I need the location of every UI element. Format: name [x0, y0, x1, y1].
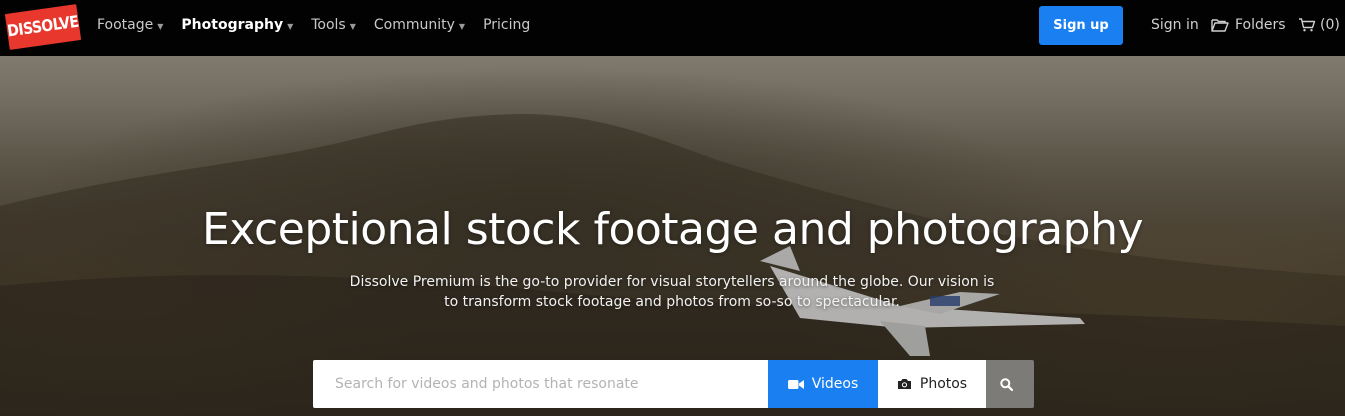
videos-label: Videos	[811, 376, 859, 392]
search-submit-button[interactable]	[986, 360, 1034, 408]
nav-item-label: Footage	[97, 17, 154, 33]
nav-item-photography[interactable]: Photography ▼	[181, 17, 293, 33]
camera-icon	[897, 379, 911, 389]
folders-label: Folders	[1235, 17, 1286, 33]
signin-label: Sign in	[1151, 17, 1199, 33]
nav-item-label: Community	[373, 17, 455, 33]
nav-item-label: Photography	[181, 17, 284, 33]
signin-link[interactable]: Sign in	[1151, 0, 1199, 50]
dissolve-logo[interactable]: DISSOLVE	[4, 4, 82, 50]
nav-item-pricing[interactable]: Pricing	[483, 17, 530, 33]
photos-toggle-button[interactable]: Photos	[878, 360, 986, 408]
nav-item-label: Tools	[311, 17, 346, 33]
caret-down-icon: ▼	[157, 21, 164, 31]
nav-item-community[interactable]: Community ▼	[374, 17, 465, 33]
nav-item-footage[interactable]: Footage ▼	[97, 17, 163, 33]
top-navbar: DISSOLVE Footage ▼ Photography ▼ Tools ▼…	[0, 0, 1345, 56]
hero-title: Exceptional stock footage and photograph…	[201, 204, 1144, 255]
search-icon	[999, 377, 1013, 391]
nav-item-tools[interactable]: Tools ▼	[311, 17, 356, 33]
caret-down-icon: ▼	[458, 21, 466, 31]
main-nav: Footage ▼ Photography ▼ Tools ▼ Communit…	[97, 0, 548, 50]
caret-down-icon: ▼	[349, 21, 356, 31]
video-camera-icon	[787, 379, 804, 389]
search-bar: Videos Photos	[313, 360, 1034, 408]
cart-count: (0)	[1320, 17, 1340, 33]
cart-link[interactable]: (0)	[1298, 0, 1340, 50]
hero-subtitle-line-2: to transform stock footage and photos fr…	[444, 294, 900, 310]
caret-down-icon: ▼	[287, 21, 294, 31]
hero-section: Exceptional stock footage and photograph…	[0, 56, 1345, 416]
photos-label: Photos	[919, 376, 968, 392]
signup-button[interactable]: Sign up	[1039, 6, 1123, 45]
nav-item-label: Pricing	[483, 17, 531, 33]
cart-icon	[1299, 18, 1316, 32]
hero-subtitle: Dissolve Premium is the go-to provider f…	[322, 272, 1022, 312]
logo-text: DISSOLVE	[6, 12, 80, 42]
videos-toggle-button[interactable]: Videos	[768, 360, 878, 408]
folders-link[interactable]: Folders	[1211, 0, 1286, 50]
folder-open-icon	[1211, 19, 1229, 32]
hero-subtitle-line-1: Dissolve Premium is the go-to provider f…	[349, 274, 995, 290]
search-input[interactable]	[313, 360, 768, 408]
